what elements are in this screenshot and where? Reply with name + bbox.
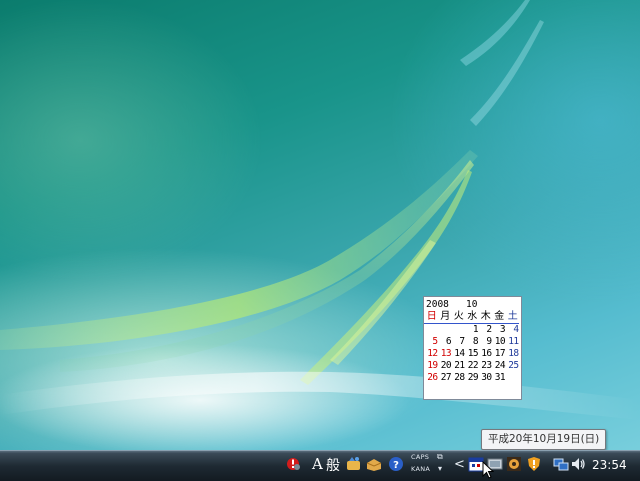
calendar-day: 6 [445, 336, 452, 347]
calendar-day: 31 [494, 372, 506, 383]
calendar-day: 10 [494, 336, 506, 347]
weekday-fri: 金 [494, 311, 505, 322]
weekday-sat: 土 [507, 311, 518, 322]
calendar-day: 29 [467, 372, 479, 383]
ime-pad-icon[interactable] [346, 456, 362, 472]
volume-icon[interactable] [570, 456, 586, 472]
calendar-day: 20 [440, 360, 452, 371]
weekday-mon: 月 [440, 311, 451, 322]
calendar-month: 10 [466, 299, 478, 310]
calendar-day [439, 324, 453, 336]
calendar-day: 12 [427, 348, 438, 359]
date-tooltip: 平成20年10月19日(日) [481, 429, 607, 450]
calendar-day: 27 [440, 372, 452, 383]
calendar-day: 13 [440, 348, 452, 359]
mouse-cursor-icon [482, 461, 494, 479]
ime-tool-icon[interactable] [366, 456, 382, 472]
wallpaper-swoosh [0, 0, 640, 420]
calendar-weekday-row: 日 月 火 水 木 金 土 [424, 311, 519, 324]
calendar-day: 9 [486, 336, 492, 347]
show-hidden-icons-button[interactable]: < [454, 457, 465, 472]
calendar-day: 19 [427, 360, 438, 371]
help-icon[interactable]: ? [388, 456, 404, 472]
kana-label: KANA [411, 465, 431, 473]
calendar-day: 4 [513, 324, 519, 335]
taskbar-clock[interactable]: 23:54 [592, 458, 627, 472]
calendar-day: 17 [494, 348, 506, 359]
calendar-day: 14 [454, 348, 465, 359]
calendar-day: 22 [467, 360, 479, 371]
calendar-day: 5 [432, 336, 438, 347]
weekday-sun: 日 [426, 311, 437, 322]
calendar-day: 28 [454, 372, 465, 383]
calendar-day: 26 [427, 372, 438, 383]
red-exclamation-icon[interactable] [286, 456, 302, 472]
calendar-day: 18 [508, 348, 519, 359]
calendar-day: 30 [481, 372, 492, 383]
langbar-options-icon[interactable]: ▾ [438, 464, 442, 473]
calendar-day: 8 [472, 336, 479, 347]
calendar-day: 3 [499, 324, 506, 335]
calendar-popup: 2008 10 日 月 火 水 木 金 土 1 2 3 4 5 6 7 8 9 10 11 12 13 1… [423, 296, 522, 400]
taskbar: A 般 ? CAPS KANA ⧉ ▾ < 23:54 [0, 450, 640, 481]
ime-mode-indicator[interactable]: 般 [326, 455, 340, 475]
calendar-day [506, 372, 520, 384]
calendar-day: 15 [467, 348, 479, 359]
security-shield-icon[interactable] [526, 456, 542, 472]
desktop-wallpaper [0, 0, 640, 450]
language-indicator[interactable]: A [312, 455, 323, 473]
network-icon[interactable] [553, 456, 569, 472]
calendar-day: 1 [472, 324, 479, 335]
weekday-wed: 水 [467, 311, 478, 322]
calendar-day: 7 [459, 336, 465, 347]
calendar-day: 16 [481, 348, 492, 359]
calendar-day-grid: 1 2 3 4 5 6 7 8 9 10 11 12 13 14 15 16 17 18 19 20 21 22 23 24 2… [424, 324, 521, 384]
weekday-tue: 火 [453, 311, 464, 322]
svg-text:?: ? [393, 460, 399, 471]
calendar-day [452, 324, 466, 336]
calendar-day: 21 [454, 360, 465, 371]
calendar-day [425, 324, 439, 336]
calendar-day: 25 [508, 360, 519, 371]
langbar-restore-icon[interactable]: ⧉ [437, 452, 443, 462]
app-icon[interactable] [506, 456, 522, 472]
calendar-day: 23 [481, 360, 492, 371]
weekday-thu: 木 [480, 311, 491, 322]
calendar-header: 2008 10 [424, 297, 521, 311]
calendar-year: 2008 [426, 299, 449, 310]
caps-label: CAPS [411, 453, 430, 461]
calendar-day: 24 [494, 360, 506, 371]
calendar-day: 11 [508, 336, 519, 347]
calendar-day: 2 [486, 324, 492, 335]
